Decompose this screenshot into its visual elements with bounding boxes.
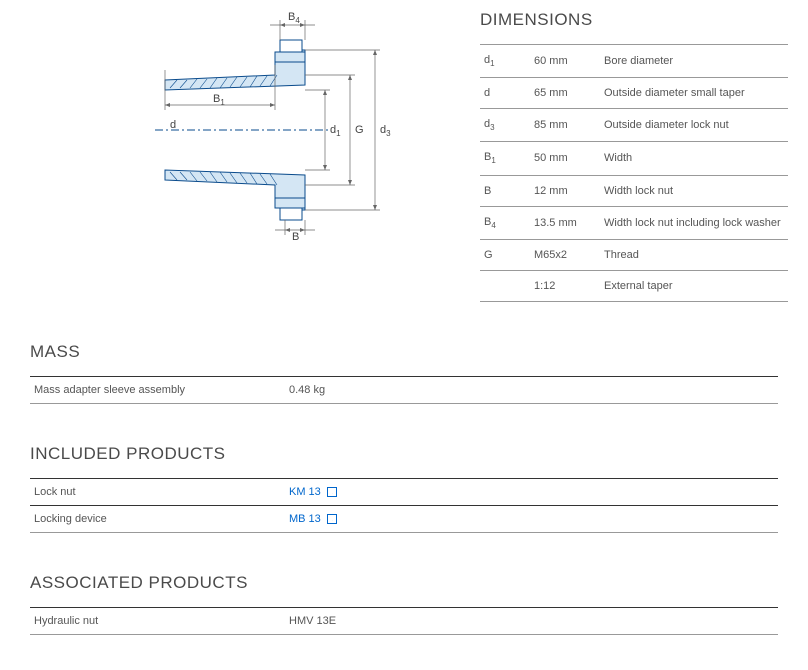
dimension-description: Outside diameter small taper <box>600 78 788 109</box>
dimension-symbol <box>480 270 530 301</box>
included-row: Locking device MB 13 <box>30 505 778 532</box>
dimension-description: Width lock nut including lock washer <box>600 206 788 239</box>
associated-row: Hydraulic nutHMV 13E <box>30 607 778 634</box>
dimension-value: 12 mm <box>530 175 600 206</box>
mass-table: Mass adapter sleeve assembly0.48 kg <box>30 376 778 404</box>
included-table: Lock nut KM 13 Locking device MB 13 <box>30 478 778 533</box>
dimension-value: 60 mm <box>530 45 600 78</box>
dimension-description: Bore diameter <box>600 45 788 78</box>
dimension-symbol: G <box>480 239 530 270</box>
product-link[interactable]: MB 13 <box>289 513 321 525</box>
dimension-description: External taper <box>600 270 788 301</box>
dimension-value: 50 mm <box>530 142 600 175</box>
mass-value: 0.48 kg <box>285 376 778 403</box>
dimension-row: d65 mmOutside diameter small taper <box>480 78 788 109</box>
mass-row: Mass adapter sleeve assembly0.48 kg <box>30 376 778 403</box>
svg-text:d1: d1 <box>330 124 341 138</box>
mass-label: Mass adapter sleeve assembly <box>30 376 285 403</box>
dimension-description: Width <box>600 142 788 175</box>
technical-diagram: B4 B1 d d1 <box>85 10 395 302</box>
dimension-value: 85 mm <box>530 109 600 142</box>
external-link-icon <box>327 487 337 497</box>
associated-label: Hydraulic nut <box>30 607 285 634</box>
dimension-symbol: d <box>480 78 530 109</box>
svg-text:G: G <box>355 124 364 136</box>
dimension-row: B150 mmWidth <box>480 142 788 175</box>
dimension-description: Width lock nut <box>600 175 788 206</box>
mass-heading: MASS <box>30 342 778 362</box>
dimension-symbol: B <box>480 175 530 206</box>
associated-table: Hydraulic nutHMV 13E <box>30 607 778 635</box>
included-label: Lock nut <box>30 478 285 505</box>
dimension-symbol: d3 <box>480 109 530 142</box>
product-link[interactable]: KM 13 <box>289 486 321 498</box>
dimension-symbol: B4 <box>480 206 530 239</box>
svg-text:B1: B1 <box>213 93 225 107</box>
svg-text:d: d <box>170 119 176 131</box>
dimension-symbol: B1 <box>480 142 530 175</box>
associated-heading: ASSOCIATED PRODUCTS <box>30 573 778 593</box>
dimension-description: Thread <box>600 239 788 270</box>
dimension-value: 1:12 <box>530 270 600 301</box>
dimension-row: d385 mmOutside diameter lock nut <box>480 109 788 142</box>
included-heading: INCLUDED PRODUCTS <box>30 444 778 464</box>
dimensions-table: d160 mmBore diameterd65 mmOutside diamet… <box>480 44 788 302</box>
dimension-value: 65 mm <box>530 78 600 109</box>
external-link-icon <box>327 514 337 524</box>
dimension-value: M65x2 <box>530 239 600 270</box>
svg-text:d3: d3 <box>380 124 391 138</box>
dimension-row: B12 mmWidth lock nut <box>480 175 788 206</box>
dimension-row: B413.5 mmWidth lock nut including lock w… <box>480 206 788 239</box>
associated-value: HMV 13E <box>285 607 778 634</box>
included-row: Lock nut KM 13 <box>30 478 778 505</box>
dimension-row: 1:12External taper <box>480 270 788 301</box>
dimension-row: GM65x2Thread <box>480 239 788 270</box>
dimension-value: 13.5 mm <box>530 206 600 239</box>
dimension-symbol: d1 <box>480 45 530 78</box>
included-label: Locking device <box>30 505 285 532</box>
svg-text:B4: B4 <box>288 11 300 25</box>
dimensions-heading: DIMENSIONS <box>480 10 788 30</box>
dimension-description: Outside diameter lock nut <box>600 109 788 142</box>
svg-text:B: B <box>292 231 299 240</box>
dimension-row: d160 mmBore diameter <box>480 45 788 78</box>
